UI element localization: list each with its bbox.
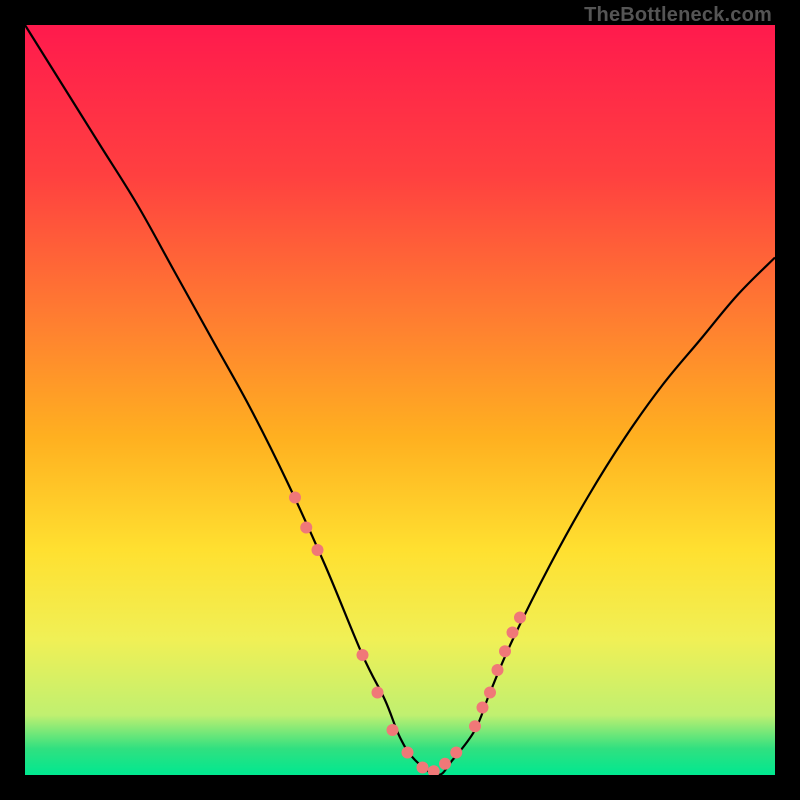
marker-dot [450,747,462,759]
marker-dot [372,687,384,699]
marker-dot [357,649,369,661]
marker-dot [507,627,519,639]
marker-dot [300,522,312,534]
chart-svg [25,25,775,775]
marker-dot [469,720,481,732]
marker-dot [312,544,324,556]
marker-dot [514,612,526,624]
marker-dot [417,762,429,774]
marker-dot [492,664,504,676]
gradient-background [25,25,775,775]
plot-area [25,25,775,775]
watermark-text: TheBottleneck.com [584,4,772,27]
marker-dot [289,492,301,504]
chart-frame: TheBottleneck.com [0,0,800,800]
marker-dot [484,687,496,699]
marker-dot [477,702,489,714]
marker-dot [402,747,414,759]
marker-dot [499,645,511,657]
marker-dot [387,724,399,736]
marker-dot [439,758,451,770]
